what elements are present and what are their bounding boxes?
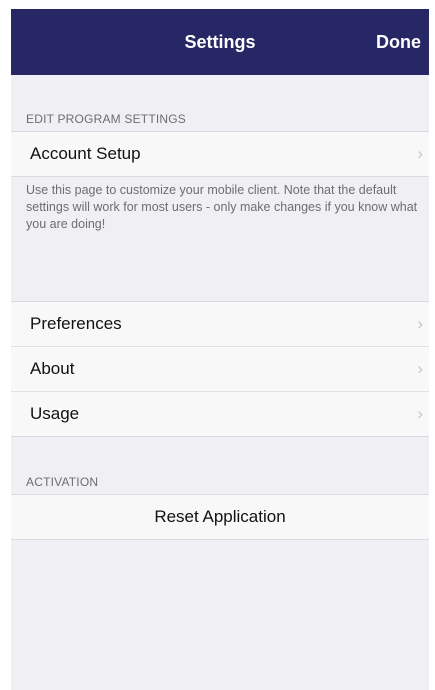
usage-label: Usage	[30, 404, 80, 423]
preferences-row[interactable]: Preferences ›	[11, 302, 429, 346]
about-label: About	[30, 359, 75, 378]
account-setup-group: Account Setup ›	[11, 131, 429, 177]
chevron-right-icon: ›	[417, 314, 423, 333]
activation-group: Reset Application	[11, 494, 429, 540]
section-footnote: Use this page to customize your mobile c…	[26, 183, 418, 231]
page-title: Settings	[184, 32, 256, 52]
account-setup-label: Account Setup	[30, 144, 141, 163]
settings-screen: Settings Done EDIT PROGRAM SETTINGS Acco…	[11, 9, 429, 690]
account-setup-row[interactable]: Account Setup ›	[11, 132, 429, 176]
chevron-right-icon: ›	[417, 359, 423, 378]
done-button[interactable]: Done	[376, 9, 421, 75]
chevron-right-icon: ›	[417, 404, 423, 423]
navigation-bar: Settings Done	[11, 9, 429, 75]
section-header-activation: ACTIVATION	[26, 475, 99, 489]
reset-application-button[interactable]: Reset Application	[11, 495, 429, 539]
chevron-right-icon: ›	[417, 144, 423, 163]
preferences-label: Preferences	[30, 314, 122, 333]
section-header-edit-program-settings: EDIT PROGRAM SETTINGS	[26, 112, 186, 126]
usage-row[interactable]: Usage ›	[11, 391, 429, 436]
about-row[interactable]: About ›	[11, 346, 429, 391]
options-group: Preferences › About › Usage ›	[11, 301, 429, 437]
